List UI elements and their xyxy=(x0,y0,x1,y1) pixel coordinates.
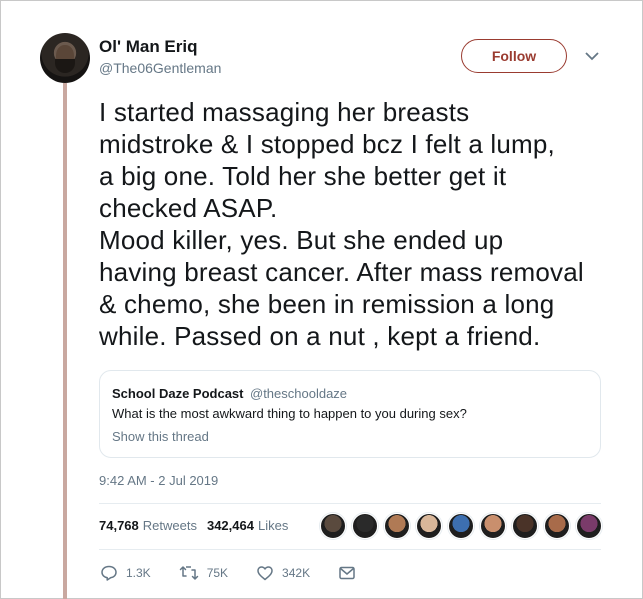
reply-icon xyxy=(101,565,117,581)
liker-avatar[interactable] xyxy=(320,513,346,539)
liker-avatar[interactable] xyxy=(512,513,538,539)
liker-avatar[interactable] xyxy=(448,513,474,539)
liker-avatar[interactable] xyxy=(384,513,410,539)
quote-author-handle: @theschooldaze xyxy=(250,386,348,401)
tweet-actions: 1.3K 75K 342K xyxy=(100,564,392,582)
thread-line xyxy=(63,83,67,599)
retweets-count[interactable]: 74,768 xyxy=(99,518,139,533)
show-thread-link[interactable]: Show this thread xyxy=(112,429,209,444)
quote-author-name: School Daze Podcast xyxy=(112,386,244,401)
mail-icon xyxy=(339,566,355,580)
author-display-name[interactable]: Ol' Man Eriq xyxy=(99,37,198,57)
engagement-stats: 74,768 Retweets 342,464 Likes xyxy=(99,518,288,533)
retweet-count: 75K xyxy=(206,566,229,580)
retweets-label[interactable]: Retweets xyxy=(143,518,197,533)
liker-avatar[interactable] xyxy=(416,513,442,539)
reply-action[interactable]: 1.3K xyxy=(100,564,151,582)
liker-avatar[interactable] xyxy=(352,513,378,539)
likers-avatars[interactable] xyxy=(320,513,608,539)
heart-icon xyxy=(257,566,273,581)
divider-bottom xyxy=(99,549,601,550)
liker-avatar[interactable] xyxy=(576,513,602,539)
avatar-beard xyxy=(55,59,75,73)
quoted-tweet[interactable]: School Daze Podcast @theschooldaze What … xyxy=(99,370,601,458)
tweet-text: I started massaging her breasts midstrok… xyxy=(99,97,584,351)
chevron-down-icon[interactable] xyxy=(584,50,600,62)
like-count: 342K xyxy=(282,566,311,580)
retweet-icon xyxy=(179,566,198,580)
quote-text: What is the most awkward thing to happen… xyxy=(112,406,467,421)
retweet-action[interactable]: 75K xyxy=(179,564,228,582)
direct-message-action[interactable] xyxy=(338,565,364,581)
avatar[interactable] xyxy=(40,33,90,83)
follow-button[interactable]: Follow xyxy=(461,39,567,73)
liker-avatar[interactable] xyxy=(544,513,570,539)
likes-count[interactable]: 342,464 xyxy=(207,518,254,533)
like-action[interactable]: 342K xyxy=(256,564,310,582)
likes-label[interactable]: Likes xyxy=(258,518,288,533)
liker-avatar[interactable] xyxy=(480,513,506,539)
tweet-timestamp[interactable]: 9:42 AM - 2 Jul 2019 xyxy=(99,473,218,488)
author-handle[interactable]: @The06Gentleman xyxy=(99,60,221,76)
reply-count: 1.3K xyxy=(126,566,151,580)
divider-top xyxy=(99,503,601,504)
